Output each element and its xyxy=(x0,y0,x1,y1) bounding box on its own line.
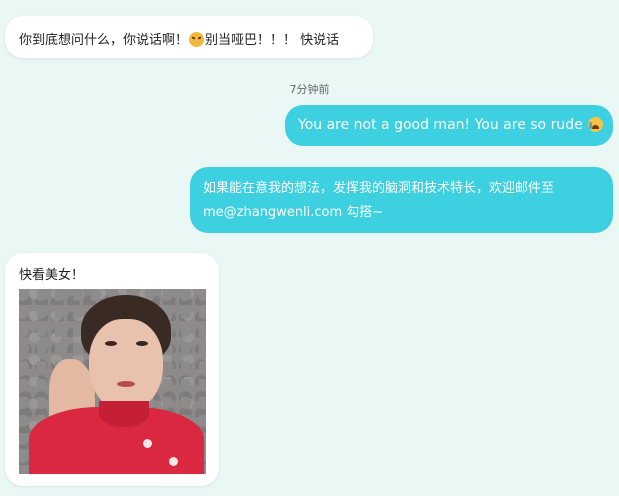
photo-eye xyxy=(105,341,117,346)
message-text: You are not a good man! You are so rude xyxy=(298,117,583,133)
crying-face-icon xyxy=(588,117,604,132)
photo-coat-button xyxy=(169,457,178,466)
message-caption: 快看美女！ xyxy=(19,268,85,283)
incoming-image-message[interactable]: 快看美女！ xyxy=(5,253,219,486)
message-text-line: me@zhangwenli.com 勾搭~ xyxy=(203,205,384,220)
message-text: 别当哑巴！！！ 快说话 xyxy=(205,33,340,48)
portrait-photo[interactable] xyxy=(19,289,206,474)
photo-eye xyxy=(136,341,148,346)
message-text-line: 如果能在意我的想法，发挥我的脑洞和技术特长，欢迎邮件至 xyxy=(203,181,555,196)
outgoing-message[interactable]: You are not a good man! You are so rude xyxy=(285,105,613,146)
photo-collar xyxy=(99,401,149,427)
photo-coat-button xyxy=(143,439,152,448)
photo-lips xyxy=(117,381,135,387)
incoming-message[interactable]: 你到底想问什么，你说话啊！ 别当哑巴！！！ 快说话 xyxy=(5,16,373,58)
message-text: 你到底想问什么，你说话啊！ xyxy=(19,33,189,48)
chat-window: 你到底想问什么，你说话啊！ 别当哑巴！！！ 快说话 7分钟前 You are no… xyxy=(0,0,619,496)
outgoing-message[interactable]: 如果能在意我的想法，发挥我的脑洞和技术特长，欢迎邮件至 me@zhangwenl… xyxy=(190,167,613,233)
message-timestamp: 7分钟前 xyxy=(289,83,330,96)
photo-face xyxy=(89,319,163,411)
angry-face-icon xyxy=(189,32,205,47)
